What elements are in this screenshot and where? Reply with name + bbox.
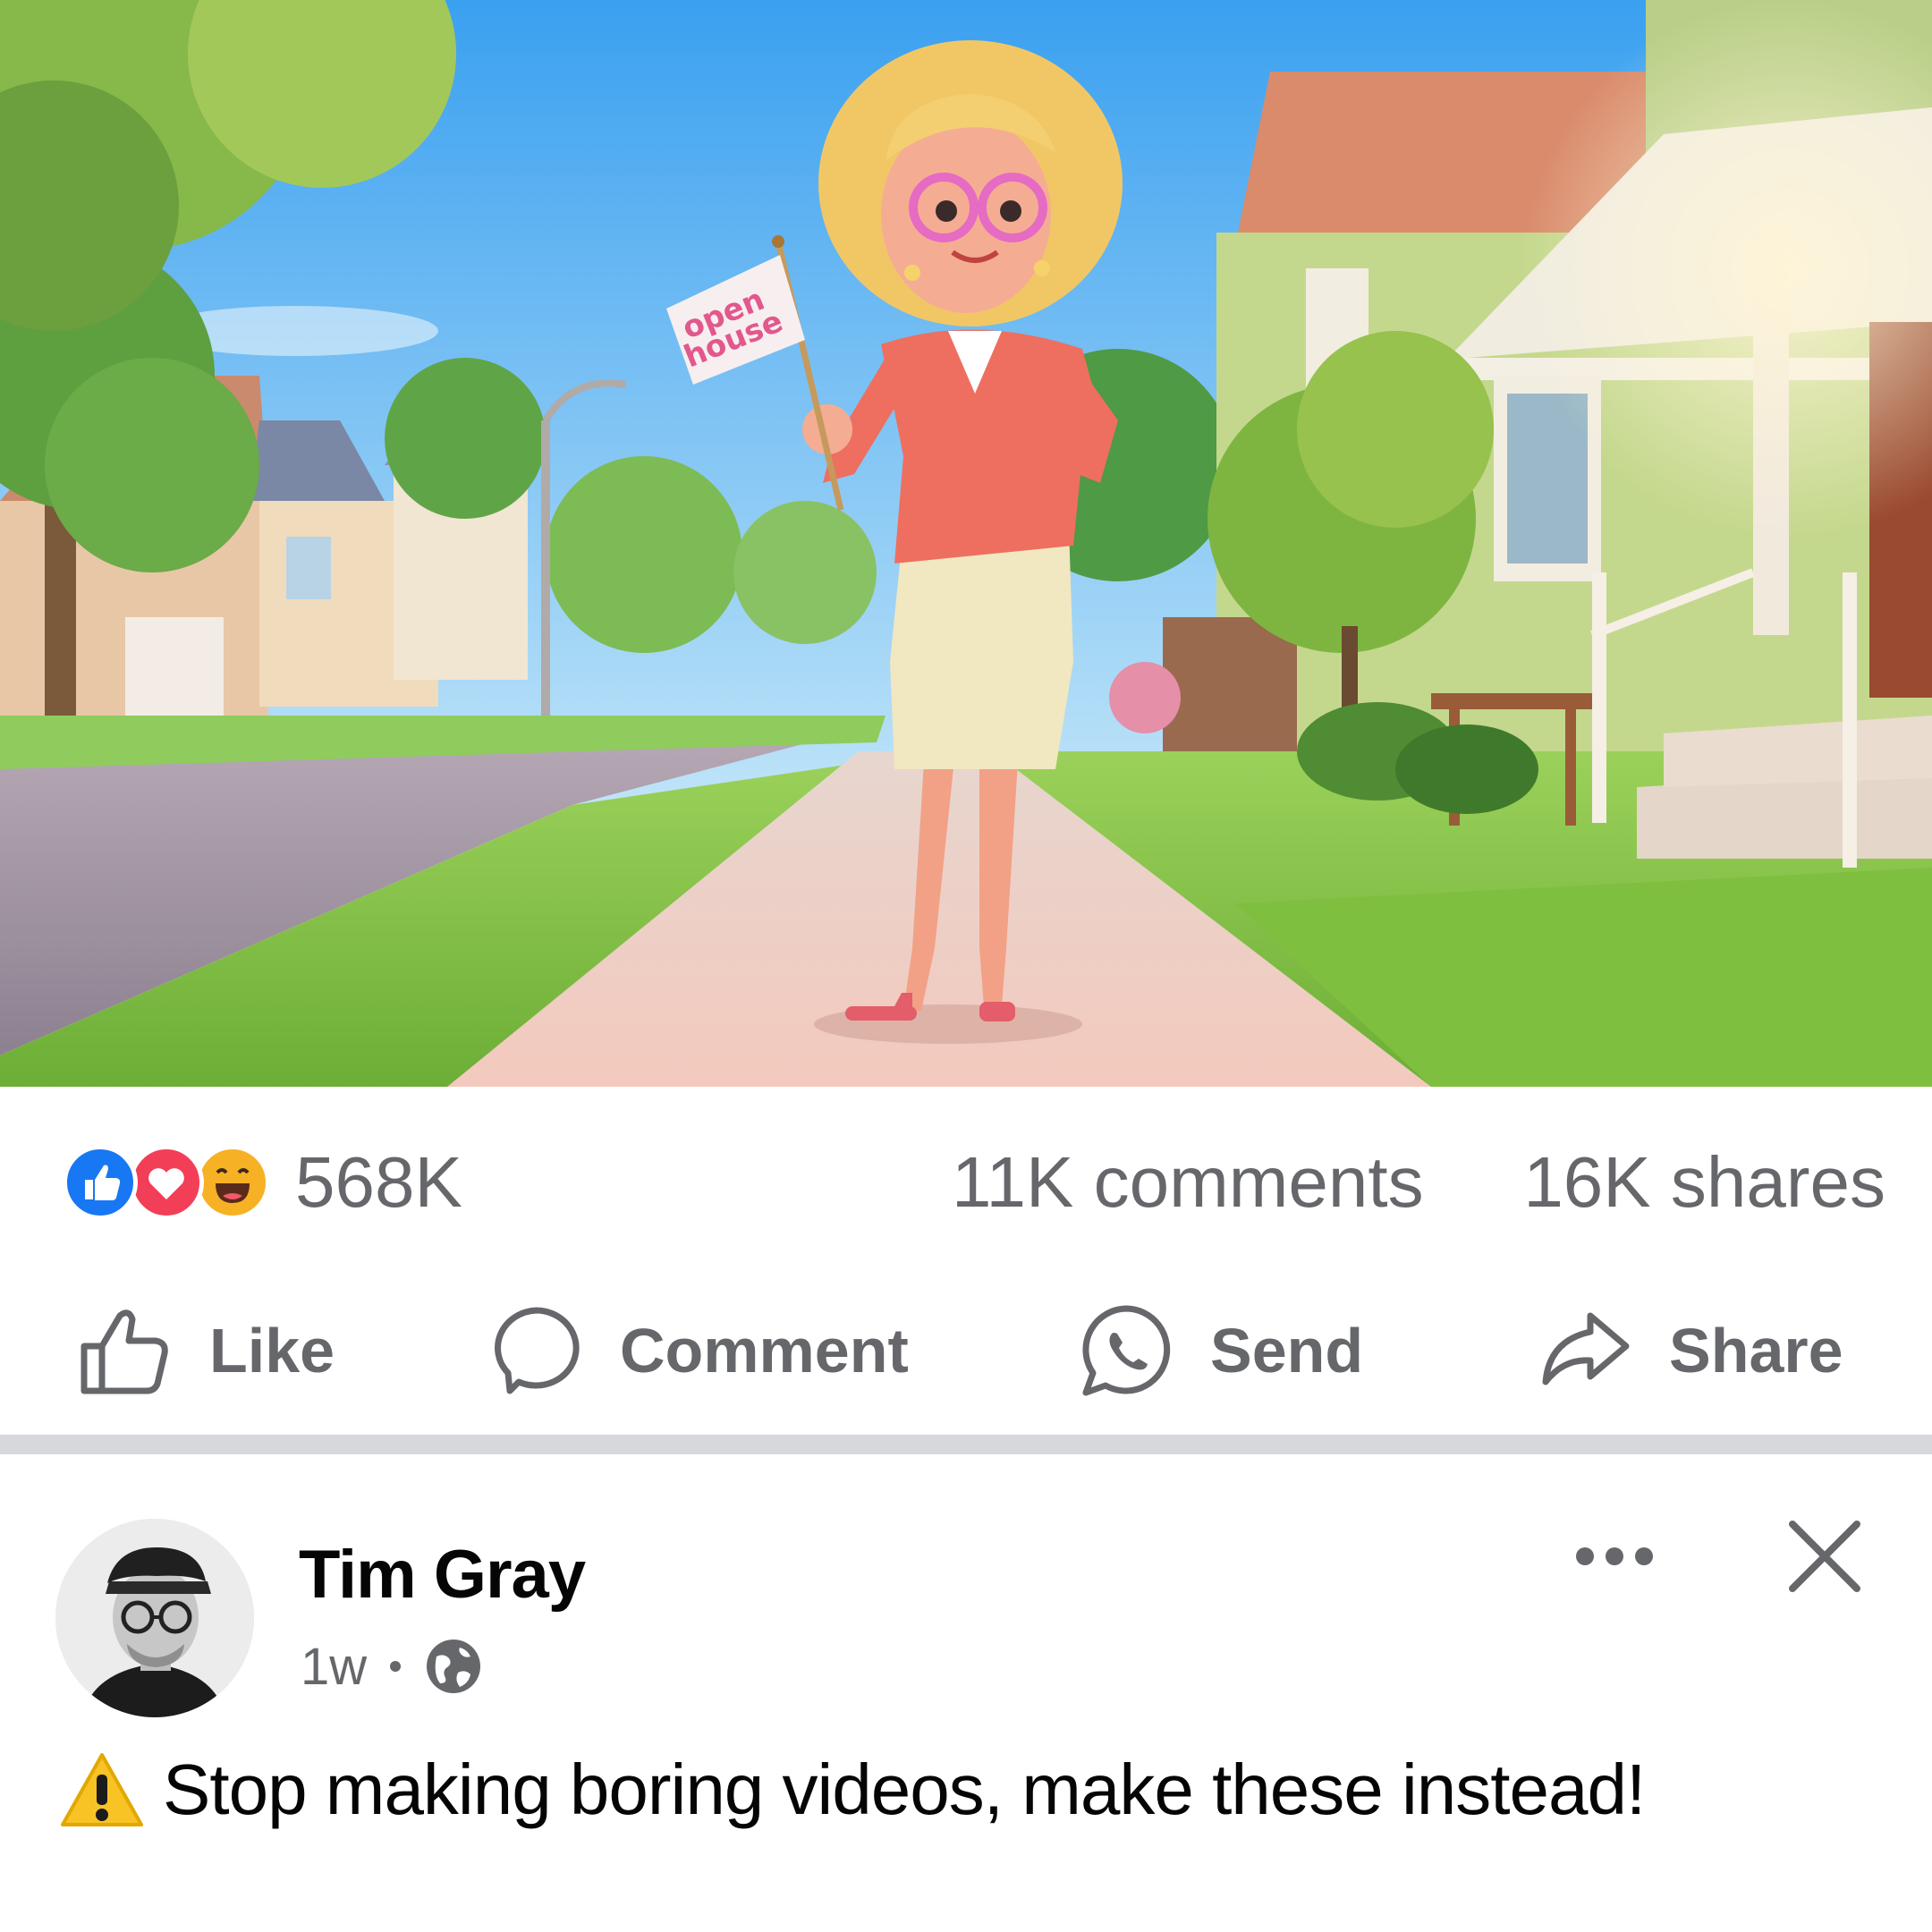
avatar[interactable] — [55, 1519, 254, 1717]
close-button[interactable] — [1780, 1512, 1869, 1601]
post-caption: Stop making boring videos, make these in… — [59, 1742, 1646, 1836]
close-icon — [1789, 1521, 1860, 1592]
thumbs-up-icon — [80, 1309, 168, 1394]
caption-text: Stop making boring videos, make these in… — [163, 1749, 1646, 1829]
share-label: Share — [1669, 1316, 1843, 1385]
post-illustration: open house — [0, 0, 1932, 1087]
whatsapp-icon — [1082, 1305, 1171, 1396]
share-button[interactable]: Share — [1537, 1301, 1843, 1400]
globe-icon[interactable] — [424, 1637, 483, 1696]
send-label: Send — [1210, 1316, 1364, 1385]
more-dots-icon — [1576, 1547, 1653, 1565]
more-options-button[interactable] — [1565, 1521, 1664, 1592]
separator-dot — [390, 1661, 402, 1672]
post-time[interactable]: 1w — [301, 1637, 367, 1697]
comment-button[interactable]: Comment — [487, 1301, 909, 1400]
haha-reaction-icon — [195, 1145, 270, 1220]
send-button[interactable]: Send — [1078, 1301, 1363, 1400]
share-arrow-icon — [1542, 1312, 1630, 1385]
post-divider — [0, 1435, 1932, 1454]
warning-icon — [61, 1752, 143, 1826]
post-image[interactable]: open house — [0, 0, 1932, 1087]
reaction-icons[interactable] — [63, 1145, 273, 1220]
comment-bubble-icon — [495, 1307, 580, 1394]
comments-count[interactable]: 11K comments — [952, 1145, 1424, 1220]
like-button[interactable]: Like — [77, 1301, 335, 1400]
reaction-count[interactable]: 568K — [295, 1145, 462, 1220]
shares-count[interactable]: 16K shares — [1523, 1145, 1885, 1220]
post-author-name[interactable]: Tim Gray — [299, 1535, 586, 1615]
comment-label: Comment — [620, 1316, 909, 1385]
like-label: Like — [209, 1316, 335, 1385]
post-meta: 1w — [301, 1635, 483, 1698]
like-reaction-icon — [63, 1145, 138, 1220]
love-reaction-icon — [129, 1145, 204, 1220]
